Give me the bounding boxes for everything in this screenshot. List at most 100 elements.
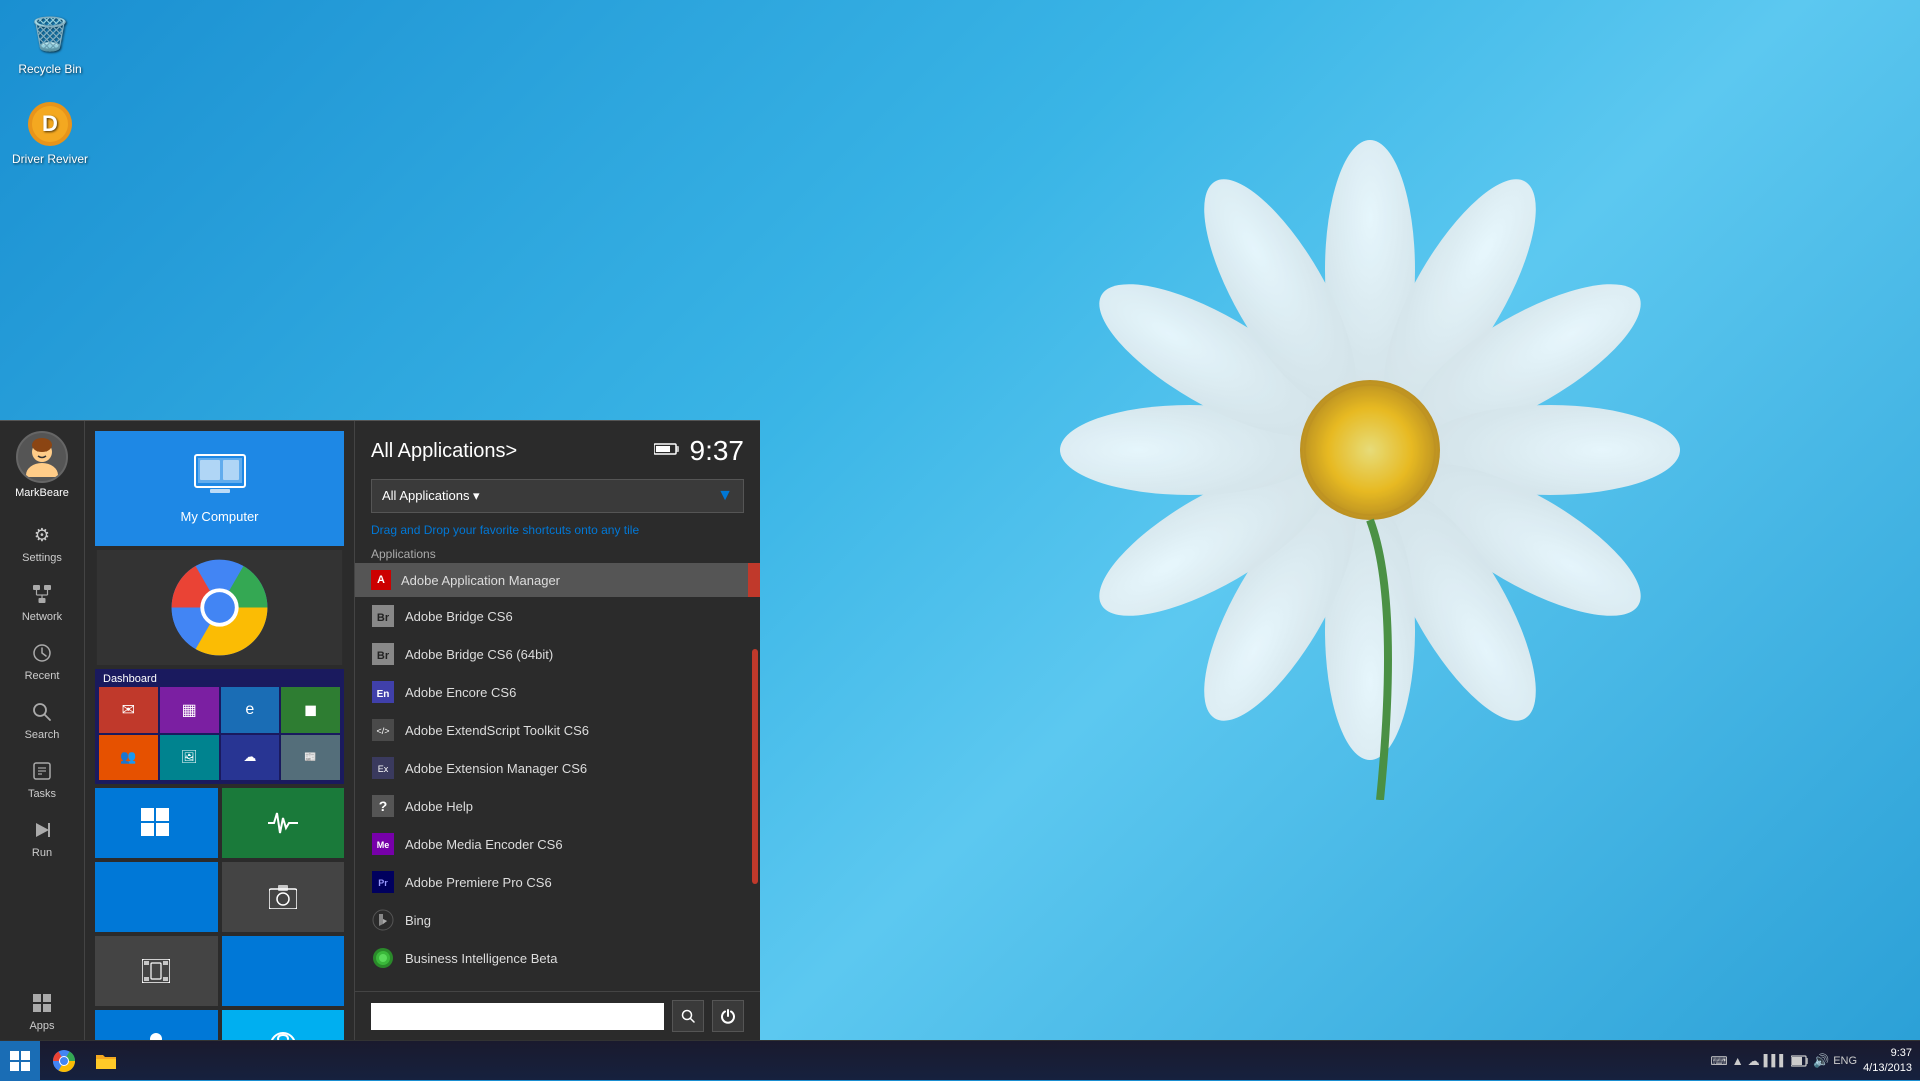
preview-tile-gray: 📰 (281, 735, 340, 781)
app-item-adobe-app-manager[interactable]: A Adobe Application Manager (355, 563, 760, 597)
signal-icon: ▌▌▌ (1764, 1055, 1787, 1067)
run-label: Run (32, 847, 52, 859)
taskbar-clock[interactable]: 9:37 4/13/2013 (1863, 1046, 1912, 1075)
adobe-br-icon: Br (371, 604, 395, 628)
settings-label: Settings (22, 552, 62, 564)
tile-chrome[interactable] (95, 550, 344, 665)
app-name-adobe-app-manager: Adobe Application Manager (401, 573, 560, 588)
taskbar-right: ⌨ ▲ ☁ ▌▌▌ 🔊 ENG 9:37 4/1 (1710, 1046, 1920, 1075)
svg-text:Ex: Ex (378, 764, 389, 774)
sidebar-item-settings[interactable]: ⚙ Settings (0, 513, 84, 572)
recycle-bin-icon[interactable]: 🗑️ Recycle Bin (10, 10, 90, 76)
app-item-adobe-media-encoder[interactable]: Me Adobe Media Encoder CS6 (355, 825, 760, 863)
tasks-label: Tasks (28, 788, 56, 800)
app-item-bing[interactable]: Bing (355, 901, 760, 939)
start-search-input[interactable] (371, 1003, 664, 1030)
network-label: Network (22, 611, 62, 623)
app-item-business-intelligence[interactable]: Business Intelligence Beta (355, 939, 760, 977)
my-computer-label: My Computer (180, 509, 258, 524)
taskbar-start-button[interactable] (0, 1041, 40, 1081)
app-name-adobe-help: Adobe Help (405, 799, 473, 814)
user-avatar[interactable] (16, 431, 68, 483)
tile-person[interactable] (95, 1010, 218, 1040)
taskbar-tray: ⌨ ▲ ☁ ▌▌▌ 🔊 ENG (1710, 1053, 1857, 1069)
tile-film[interactable] (95, 936, 218, 1006)
taskbar-chrome-btn[interactable] (44, 1042, 84, 1080)
apps-icon (28, 989, 56, 1017)
tile-blue2[interactable] (222, 936, 345, 1006)
search-icon (28, 698, 56, 726)
taskbar: ⌨ ▲ ☁ ▌▌▌ 🔊 ENG 9:37 4/1 (0, 1040, 1920, 1080)
app-item-adobe-bridge[interactable]: Br Adobe Bridge CS6 (355, 597, 760, 635)
app-name-adobe-encore: Adobe Encore CS6 (405, 685, 516, 700)
sidebar-item-run[interactable]: Run (0, 808, 84, 867)
adobe-br-64-icon: Br (371, 642, 395, 666)
apps-list-scrollbar[interactable] (752, 649, 758, 884)
power-button[interactable] (712, 1000, 744, 1032)
apps-filter: All Applications ▾ ▼ (371, 479, 744, 513)
tile-pulse[interactable] (222, 788, 345, 858)
app-name-bing: Bing (405, 913, 431, 928)
tile-camera[interactable] (222, 862, 345, 932)
search-button[interactable] (672, 1000, 704, 1032)
adobe-am-icon: A (371, 570, 391, 590)
apps-panel-title: All Applications> (371, 440, 517, 463)
app-item-adobe-encore[interactable]: En Adobe Encore CS6 (355, 673, 760, 711)
sidebar-item-tasks[interactable]: Tasks (0, 749, 84, 808)
apps-list: A Adobe Application Manager Br Adobe Bri (355, 563, 760, 977)
tile-dashboard[interactable]: Dashboard ✉ ▦ e ◼ 👥 🖼 ☁ 📰 (95, 669, 344, 784)
battery-icon (654, 442, 680, 461)
app-name-adobe-bridge: Adobe Bridge CS6 (405, 609, 513, 624)
apps-filter-label: All Applications ▾ (382, 488, 480, 504)
desktop: 🗑️ Recycle Bin D Driver Reviver (0, 0, 1920, 1080)
driver-reviver-label: Driver Reviver (12, 152, 88, 166)
taskbar-battery-icon (1791, 1055, 1809, 1067)
dashboard-label: Dashboard (103, 673, 157, 685)
bing-app-icon (371, 908, 395, 932)
app-item-adobe-extension-mgr[interactable]: Ex Adobe Extension Manager CS6 (355, 749, 760, 787)
sidebar-item-apps[interactable]: Apps (0, 981, 84, 1040)
volume-icon[interactable]: 🔊 (1813, 1053, 1829, 1069)
app-item-adobe-premiere[interactable]: Pr Adobe Premiere Pro CS6 (355, 863, 760, 901)
app-name-business-intelligence: Business Intelligence Beta (405, 951, 557, 966)
driver-reviver-icon[interactable]: D Driver Reviver (10, 100, 90, 166)
svg-text:Br: Br (377, 650, 390, 662)
show-hidden-icons[interactable]: ▲ (1732, 1054, 1744, 1068)
preview-tile-mail: ✉ (99, 687, 158, 733)
tile-blue-empty[interactable] (95, 862, 218, 932)
taskbar-apps (40, 1042, 130, 1080)
svg-text:?: ? (379, 798, 388, 814)
keyboard-icon: ⌨ (1710, 1054, 1727, 1068)
tile-skype[interactable] (222, 1010, 345, 1040)
apps-panel-header: All Applications> 9:37 (355, 421, 760, 475)
taskbar-file-explorer-btn[interactable] (86, 1042, 126, 1080)
taskbar-time: 9:37 (1863, 1046, 1912, 1060)
apps-section-label: Applications (355, 543, 760, 563)
preview-tile-orange: 👥 (99, 735, 158, 781)
preview-tile-purple: ▦ (160, 687, 219, 733)
preview-tile-indigo: ☁ (221, 735, 280, 781)
sidebar-item-recent[interactable]: Recent (0, 631, 84, 690)
sidebar-item-network[interactable]: Network (0, 572, 84, 631)
app-name-adobe-bridge-64: Adobe Bridge CS6 (64bit) (405, 647, 553, 662)
start-menu: MarkBeare ⚙ Settings Ne (0, 420, 760, 1040)
svg-text:Pr: Pr (378, 878, 388, 888)
adobe-ex-icon: </> (371, 718, 395, 742)
svg-text:En: En (377, 689, 390, 700)
tile-windows[interactable] (95, 788, 218, 858)
run-icon (28, 816, 56, 844)
apps-filter-dropdown[interactable]: All Applications ▾ ▼ (371, 479, 744, 513)
start-search-bar (355, 991, 760, 1040)
preview-tile-green: ◼ (281, 687, 340, 733)
recent-label: Recent (25, 670, 60, 682)
sidebar-item-search[interactable]: Search (0, 690, 84, 749)
apps-label: Apps (29, 1020, 54, 1032)
adobe-pr-icon: Pr (371, 870, 395, 894)
app-item-adobe-extendscript[interactable]: </> Adobe ExtendScript Toolkit CS6 (355, 711, 760, 749)
start-tiles-panel: My Computer (85, 421, 355, 1040)
app-item-adobe-help[interactable]: ? Adobe Help (355, 787, 760, 825)
taskbar-date: 4/13/2013 (1863, 1061, 1912, 1075)
app-name-adobe-extension-mgr: Adobe Extension Manager CS6 (405, 761, 587, 776)
app-item-adobe-bridge-64[interactable]: Br Adobe Bridge CS6 (64bit) (355, 635, 760, 673)
tile-my-computer[interactable]: My Computer (95, 431, 344, 546)
